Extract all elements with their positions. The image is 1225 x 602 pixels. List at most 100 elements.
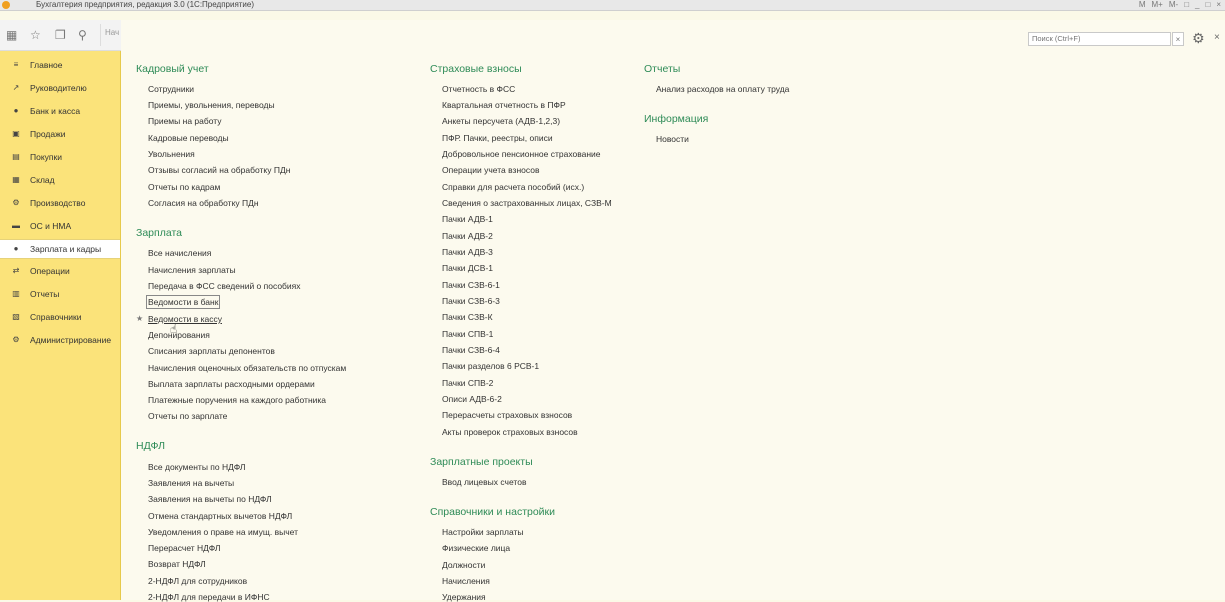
section-title: Кадровый учет <box>136 63 209 75</box>
link[interactable]: Квартальная отчетность в ПФР <box>442 100 566 110</box>
link[interactable]: Пачки СПВ-1 <box>442 329 493 339</box>
link[interactable]: Кадровые переводы <box>148 133 229 143</box>
link-hovered[interactable]: Ведомости в кассу <box>148 314 222 324</box>
link[interactable]: Сотрудники <box>148 84 194 94</box>
tab-home[interactable]: Нач <box>100 24 121 46</box>
link[interactable]: Отзывы согласий на обработку ПДн <box>148 165 290 175</box>
link[interactable]: Пачки АДВ-3 <box>442 247 493 257</box>
sidebar-item-zarplata[interactable]: ● Зарплата и кадры <box>0 239 120 259</box>
sidebar-item-label: Покупки <box>30 152 62 162</box>
close-button[interactable]: × <box>1216 0 1221 10</box>
link[interactable]: Заявления на вычеты по НДФЛ <box>148 494 272 504</box>
link[interactable]: Анкеты персучета (АДВ-1,2,3) <box>442 116 560 126</box>
close-panel-icon[interactable]: × <box>1214 32 1220 43</box>
link[interactable]: Удержания <box>442 592 486 602</box>
link[interactable]: Перерасчет НДФЛ <box>148 543 221 553</box>
link[interactable]: Увольнения <box>148 149 195 159</box>
restore-small-button[interactable]: □ <box>1184 0 1189 10</box>
link[interactable]: Пачки АДВ-2 <box>442 231 493 241</box>
apps-grid-icon[interactable]: ▦ <box>6 28 17 42</box>
sidebar-item-prodazhi[interactable]: ▣ Продажи <box>0 124 120 144</box>
link[interactable]: Отмена стандартных вычетов НДФЛ <box>148 511 292 521</box>
sidebar-item-os-nma[interactable]: ▬ ОС и НМА <box>0 216 120 236</box>
search-clear-button[interactable]: × <box>1172 32 1184 46</box>
link[interactable]: Согласия на обработку ПДн <box>148 198 259 208</box>
coin-icon: ● <box>13 106 19 115</box>
sidebar-item-operacii[interactable]: ⇄ Операции <box>0 261 120 281</box>
maximize-button[interactable]: □ <box>1205 0 1210 10</box>
sidebar-item-rukovoditelyu[interactable]: ↗ Руководителю <box>0 78 120 98</box>
link[interactable]: Пачки СПВ-2 <box>442 378 493 388</box>
bar-chart-icon: ▥ <box>12 289 20 298</box>
link[interactable]: Пачки АДВ-1 <box>442 214 493 224</box>
link[interactable]: Отчетность в ФСС <box>442 84 515 94</box>
link[interactable]: Ввод лицевых счетов <box>442 477 526 487</box>
link[interactable]: Акты проверок страховых взносов <box>442 427 578 437</box>
link[interactable]: Пачки разделов 6 РСВ-1 <box>442 361 539 371</box>
link[interactable]: Начисления оценочных обязательств по отп… <box>148 363 346 373</box>
search-input[interactable] <box>1028 32 1171 46</box>
memory-mminus-button[interactable]: M- <box>1169 0 1178 10</box>
link[interactable]: Передача в ФСС сведений о пособиях <box>148 281 301 291</box>
link[interactable]: Пачки ДСВ-1 <box>442 263 493 273</box>
sidebar-item-label: Производство <box>30 198 86 208</box>
link[interactable]: Уведомления о праве на имущ. вычет <box>148 527 298 537</box>
link[interactable]: Отчеты по кадрам <box>148 182 220 192</box>
link[interactable]: Приемы, увольнения, переводы <box>148 100 275 110</box>
link[interactable]: Физические лица <box>442 543 510 553</box>
settings-gear-icon[interactable]: ⚙ <box>1192 30 1205 47</box>
link[interactable]: Депонирования <box>148 330 210 340</box>
link[interactable]: Отчеты по зарплате <box>148 411 227 421</box>
link[interactable]: Должности <box>442 560 485 570</box>
sidebar-item-pokupki[interactable]: ▤ Покупки <box>0 147 120 167</box>
sidebar-item-glavnoe[interactable]: ≡ Главное <box>0 55 120 75</box>
link[interactable]: Перерасчеты страховых взносов <box>442 410 572 420</box>
link[interactable]: Анализ расходов на оплату труда <box>656 84 789 94</box>
section-title: Отчеты <box>644 63 681 75</box>
window-title: Бухгалтерия предприятия, редакция 3.0 (1… <box>36 0 255 9</box>
sidebar-item-label: Банк и касса <box>30 106 81 116</box>
section-title: Страховые взносы <box>430 63 522 75</box>
link[interactable]: Пачки СЗВ-К <box>442 312 493 322</box>
link[interactable]: Начисления зарплаты <box>148 265 236 275</box>
link[interactable]: Новости <box>656 134 689 144</box>
link[interactable]: Все начисления <box>148 248 211 258</box>
section-title: Зарплата <box>136 227 182 239</box>
link[interactable]: 2-НДФЛ для передачи в ИФНС <box>148 592 270 602</box>
link[interactable]: Описи АДВ-6-2 <box>442 394 502 404</box>
link[interactable]: Платежные поручения на каждого работника <box>148 395 326 405</box>
search-icon[interactable]: ⚲ <box>78 28 87 42</box>
link[interactable]: Начисления <box>442 576 490 586</box>
sidebar-item-bank[interactable]: ● Банк и касса <box>0 101 120 121</box>
link[interactable]: Операции учета взносов <box>442 165 539 175</box>
sidebar-item-otchety[interactable]: ▥ Отчеты <box>0 284 120 304</box>
favorite-star-icon[interactable]: ★ <box>136 314 143 323</box>
link[interactable]: Все документы по НДФЛ <box>148 462 245 472</box>
link[interactable]: Заявления на вычеты <box>148 478 234 488</box>
link[interactable]: Настройки зарплаты <box>442 527 524 537</box>
link[interactable]: Сведения о застрахованных лицах, СЗВ-М <box>442 198 612 208</box>
minimize-button[interactable]: _ <box>1195 0 1199 10</box>
link[interactable]: Пачки СЗВ-6-1 <box>442 280 500 290</box>
sidebar-item-sklad[interactable]: ▦ Склад <box>0 170 120 190</box>
link[interactable]: Возврат НДФЛ <box>148 559 206 569</box>
link[interactable]: Приемы на работу <box>148 116 222 126</box>
sidebar-item-spravochniki[interactable]: ▧ Справочники <box>0 307 120 327</box>
link[interactable]: Пачки СЗВ-6-3 <box>442 296 500 306</box>
sidebar: ≡ Главное ↗ Руководителю ● Банк и касса … <box>0 51 121 600</box>
link[interactable]: ПФР. Пачки, реестры, описи <box>442 133 553 143</box>
sidebar-item-proizvodstvo[interactable]: ⚙ Производство <box>0 193 120 213</box>
memory-mplus-button[interactable]: M+ <box>1152 0 1163 10</box>
favorites-star-icon[interactable]: ☆ <box>30 28 41 42</box>
history-icon[interactable]: ❐ <box>55 28 66 42</box>
link[interactable]: Справки для расчета пособий (исх.) <box>442 182 584 192</box>
sidebar-item-label: Администрирование <box>30 335 112 345</box>
sidebar-item-administrirovanie[interactable]: ⚙ Администрирование <box>0 330 120 350</box>
link[interactable]: Пачки СЗВ-6-4 <box>442 345 500 355</box>
memory-m-button[interactable]: M <box>1139 0 1146 10</box>
link[interactable]: Списания зарплаты депонентов <box>148 346 275 356</box>
link[interactable]: 2-НДФЛ для сотрудников <box>148 576 247 586</box>
link[interactable]: Добровольное пенсионное страхование <box>442 149 601 159</box>
link-focused[interactable]: Ведомости в банк <box>145 295 221 309</box>
link[interactable]: Выплата зарплаты расходными ордерами <box>148 379 315 389</box>
